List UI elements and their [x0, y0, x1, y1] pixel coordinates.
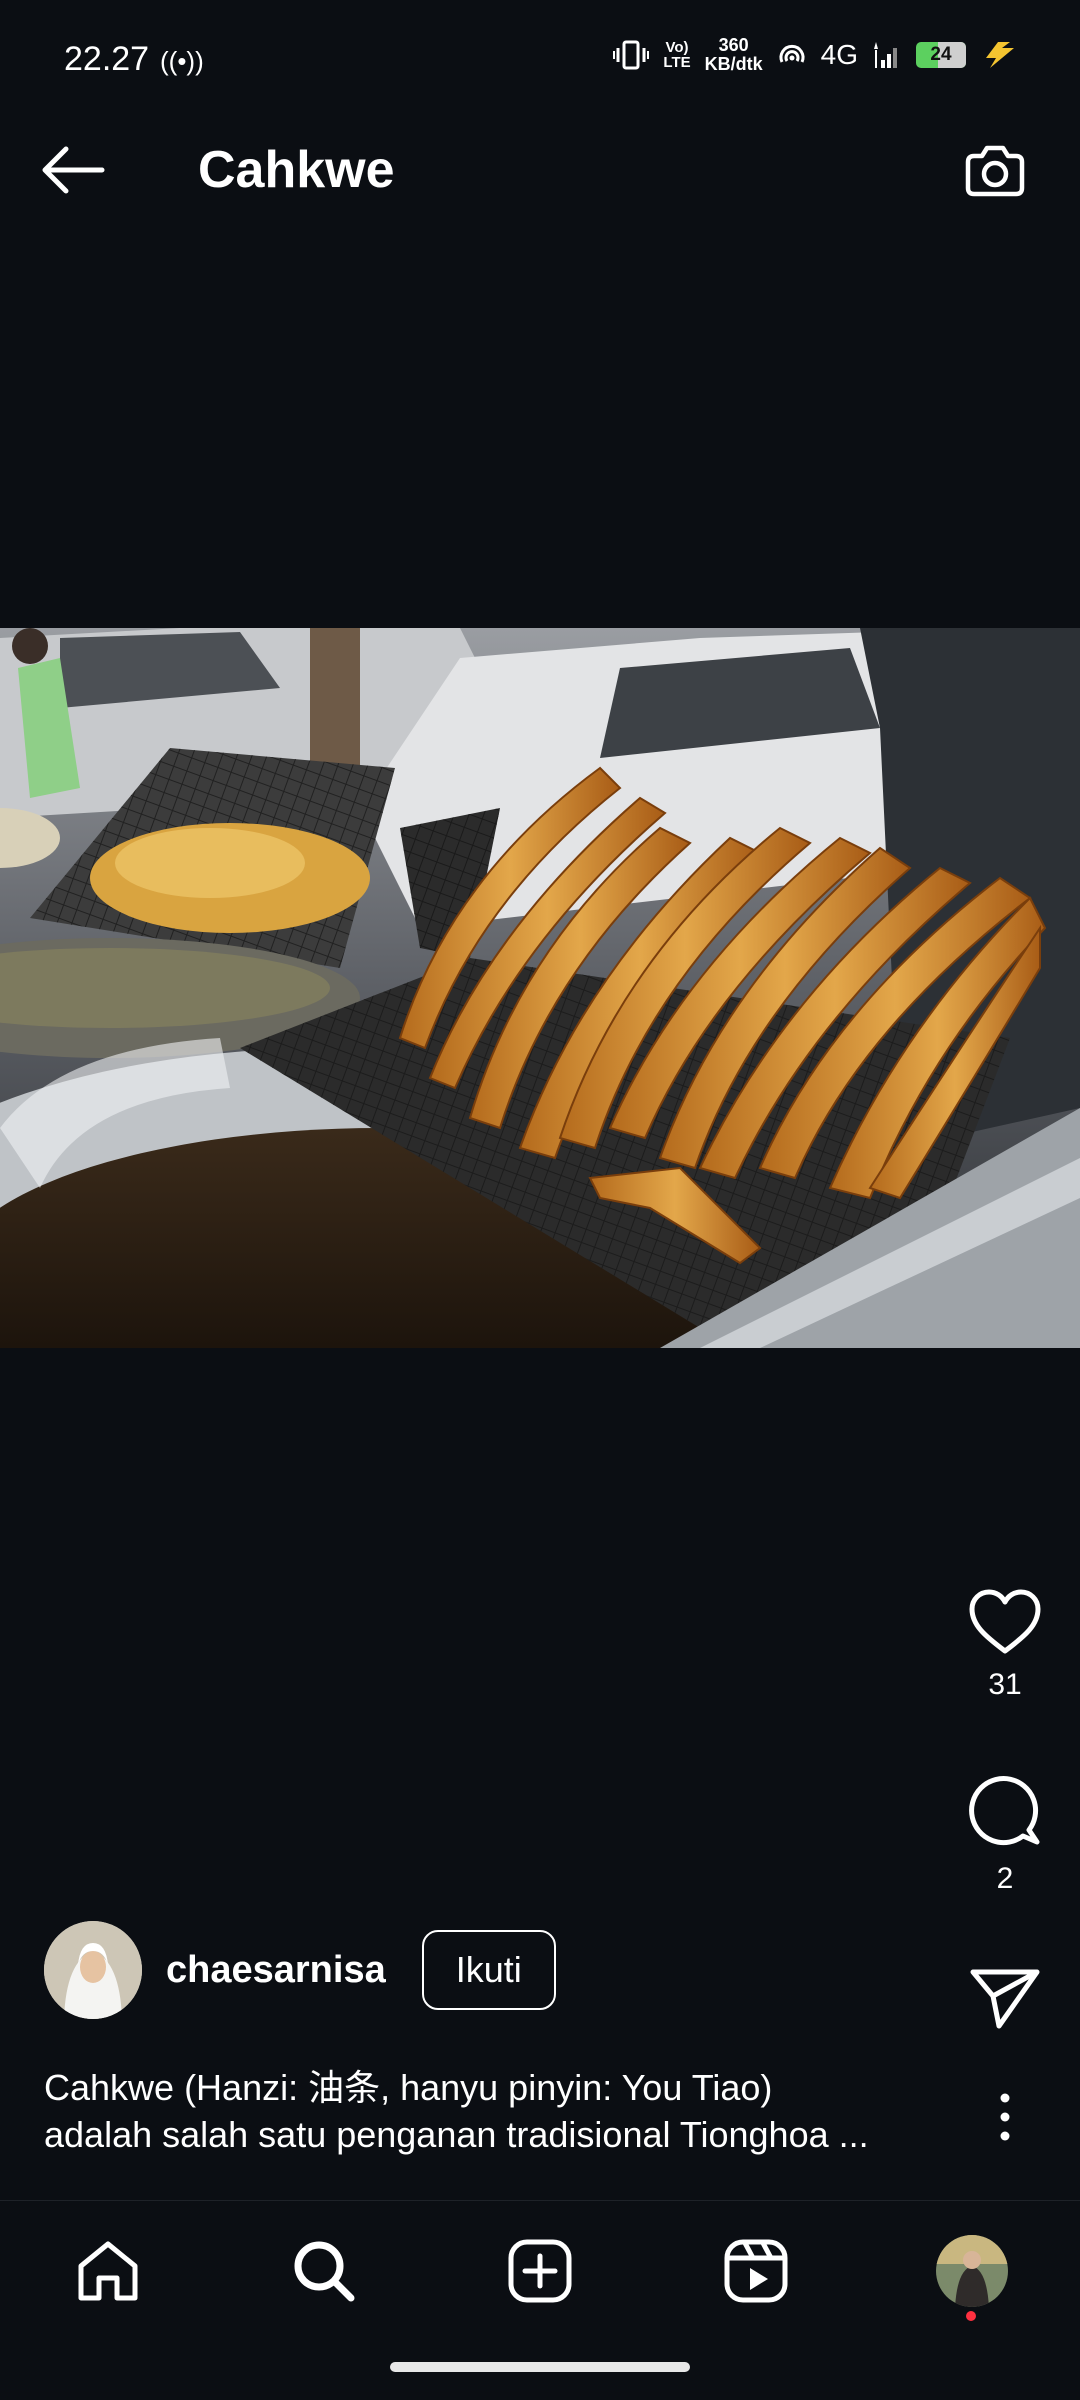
nav-search[interactable] — [284, 2231, 364, 2311]
post-caption[interactable]: Cahkwe (Hanzi: 油条, hanyu pinyin: You Tia… — [44, 2064, 944, 2158]
status-time: 22.27 — [64, 40, 150, 78]
youtiao-stall-photo — [0, 628, 1080, 1348]
back-button[interactable] — [36, 138, 116, 202]
camera-button[interactable] — [960, 136, 1030, 206]
author-username[interactable]: chaesarnisa — [166, 1949, 386, 1992]
author-avatar-image — [44, 1921, 142, 2019]
hotspot-icon: ((•)) — [160, 46, 204, 76]
home-indicator[interactable] — [390, 2362, 690, 2372]
network-speed: 360 KB/dtk — [705, 36, 763, 74]
arrow-left-icon — [42, 146, 105, 194]
add-square-icon — [508, 2239, 572, 2303]
comment-count[interactable]: 2 — [930, 1862, 1080, 1896]
vibrate-icon — [613, 40, 650, 70]
reels-icon — [724, 2239, 788, 2303]
network-type: 4G — [820, 39, 858, 70]
hotspot-signal-icon — [779, 44, 805, 63]
status-bar: 22.27 ((•)) Vo) LTE 360 KB/dtk 4G 24 — [0, 0, 1080, 100]
volte-bottom: LTE — [663, 54, 691, 71]
speed-value: 360 — [718, 35, 749, 55]
nav-reels[interactable] — [716, 2231, 796, 2311]
post-media[interactable] — [0, 628, 1080, 1348]
follow-button[interactable]: Ikuti — [421, 1930, 556, 2010]
volte-top: Vo) — [665, 39, 689, 56]
like-action: 31 — [930, 1588, 1080, 1702]
more-vertical-icon[interactable] — [995, 2092, 1015, 2142]
nav-home[interactable] — [68, 2231, 148, 2311]
caption-line-1: Cahkwe (Hanzi: 油条, hanyu pinyin: You Tia… — [44, 2067, 773, 2108]
send-icon[interactable] — [969, 1966, 1041, 2030]
nav-create[interactable] — [500, 2231, 580, 2311]
comment-action: 2 — [930, 1774, 1080, 1896]
volte-indicator: Vo) LTE — [663, 40, 690, 70]
profile-avatar — [936, 2235, 1008, 2307]
caption-line-2: adalah salah satu penganan tradisional T… — [44, 2114, 869, 2155]
nav-profile[interactable] — [932, 2231, 1012, 2311]
status-icons: Vo) LTE 360 KB/dtk 4G 24 — [613, 36, 1020, 74]
post-author: chaesarnisa Ikuti — [44, 1920, 556, 2020]
signal-icon — [874, 42, 897, 68]
charging-icon — [986, 42, 1014, 68]
top-header: Cahkwe — [0, 110, 1080, 230]
profile-notification-dot — [966, 2311, 976, 2321]
camera-icon — [965, 145, 1025, 197]
search-icon — [294, 2241, 355, 2302]
author-avatar[interactable] — [44, 1921, 142, 2019]
battery-indicator: 24 — [916, 42, 966, 68]
more-action — [930, 2092, 1080, 2142]
heart-icon[interactable] — [967, 1588, 1043, 1656]
like-count[interactable]: 31 — [930, 1668, 1080, 1702]
page-title: Cahkwe — [198, 141, 395, 199]
speed-unit: KB/dtk — [704, 54, 763, 74]
share-action — [930, 1966, 1080, 2030]
home-icon — [78, 2241, 138, 2301]
comment-icon[interactable] — [967, 1774, 1043, 1850]
battery-level: 24 — [930, 44, 952, 65]
